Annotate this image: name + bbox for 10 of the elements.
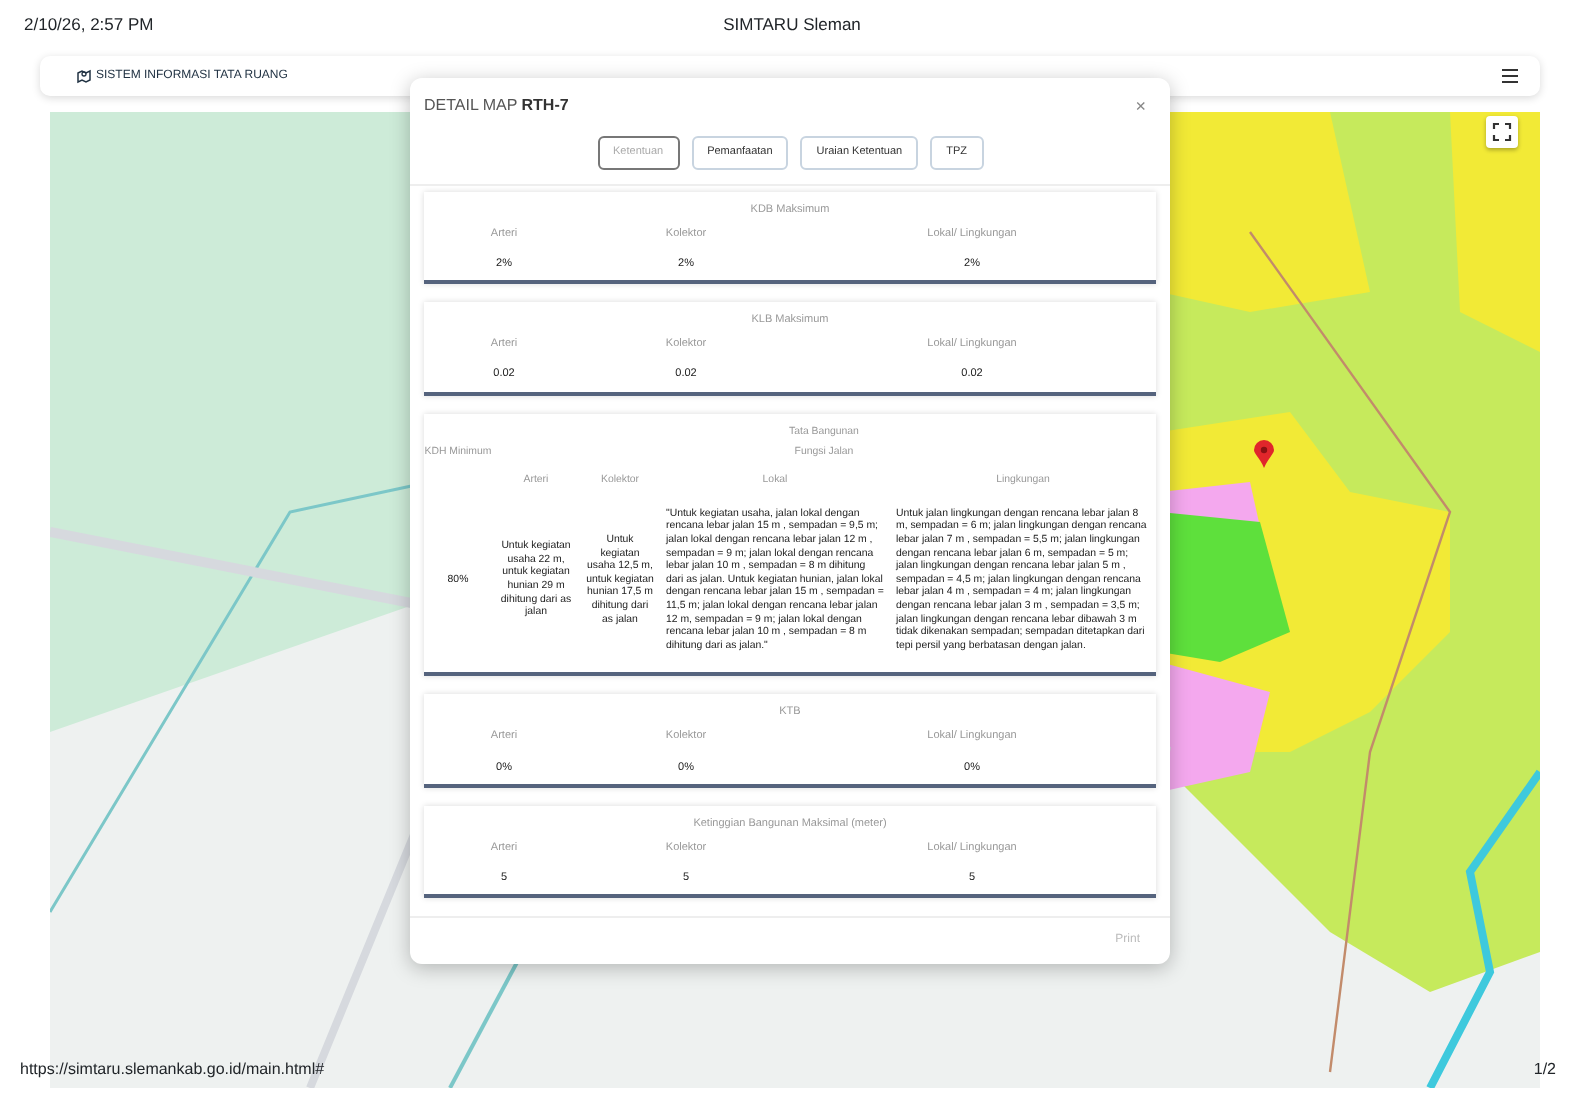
dialog-title: DETAIL MAP RTH-7 bbox=[424, 94, 569, 118]
page-title: SIMTARU Sleman bbox=[723, 11, 861, 37]
map-icon bbox=[76, 68, 92, 84]
fullscreen-button[interactable] bbox=[1486, 116, 1518, 148]
page-url: https://simtaru.slemankab.go.id/main.html# bbox=[20, 1058, 325, 1082]
print-date: 2/10/26, 2:57 PM bbox=[24, 11, 154, 37]
close-button[interactable]: × bbox=[1135, 97, 1146, 115]
menu-button[interactable] bbox=[1500, 66, 1520, 86]
map-pin-icon[interactable] bbox=[1254, 440, 1274, 468]
page-number: 1/2 bbox=[1533, 1058, 1556, 1082]
